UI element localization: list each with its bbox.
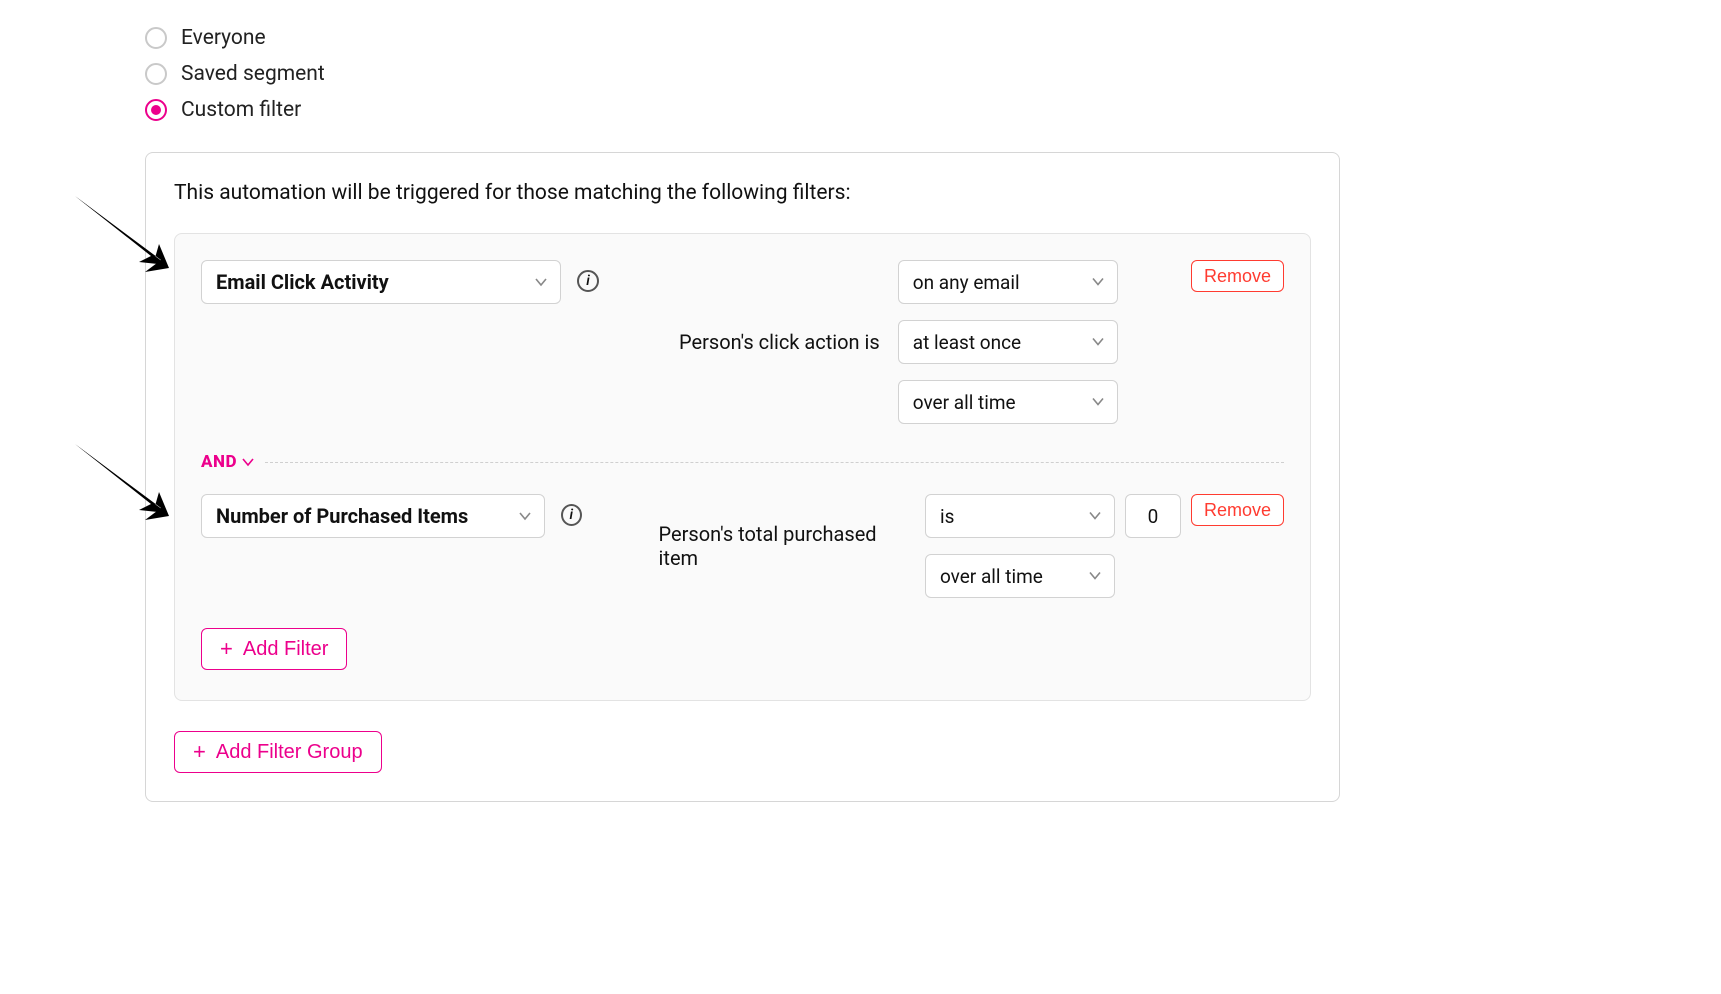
filter-group: Email Click Activity i Person's click ac… — [174, 233, 1311, 701]
custom-filter-panel: This automation will be triggered for th… — [145, 152, 1340, 802]
select-value: over all time — [940, 565, 1043, 588]
select-value: is — [940, 505, 954, 528]
select-value: Email Click Activity — [216, 270, 389, 294]
chevron-down-icon — [1091, 331, 1105, 354]
info-icon[interactable]: i — [577, 270, 599, 292]
chevron-down-icon — [1091, 271, 1105, 294]
combinator-label: AND — [201, 452, 237, 472]
filter-condition-label: Person's click action is — [679, 320, 880, 364]
chevron-down-icon — [534, 270, 548, 294]
audience-radio-group: Everyone Saved segment Custom filter — [145, 20, 1721, 128]
filter-row-1: Email Click Activity i Person's click ac… — [201, 260, 1284, 424]
filter-condition-label: Person's total purchased item — [659, 524, 907, 568]
combinator-row: AND — [201, 452, 1284, 472]
filter2-timeframe-select[interactable]: over all time — [925, 554, 1115, 598]
remove-filter-button[interactable]: Remove — [1191, 494, 1284, 526]
select-value: Number of Purchased Items — [216, 504, 468, 528]
button-label: Remove — [1204, 266, 1271, 287]
chevron-down-icon — [241, 455, 255, 469]
chevron-down-icon — [1088, 565, 1102, 588]
info-icon[interactable]: i — [561, 504, 582, 526]
button-label: Remove — [1204, 500, 1271, 521]
filter-attribute-select[interactable]: Email Click Activity — [201, 260, 561, 304]
radio-label: Saved segment — [181, 62, 325, 86]
select-value: over all time — [913, 391, 1016, 414]
radio-icon — [145, 99, 167, 121]
filter-row-2: Number of Purchased Items i Person's tot… — [201, 494, 1284, 598]
filter1-frequency-select[interactable]: at least once — [898, 320, 1118, 364]
filter2-value-input[interactable]: 0 — [1125, 494, 1181, 538]
add-filter-button[interactable]: + Add Filter — [201, 628, 347, 670]
input-value: 0 — [1148, 505, 1159, 528]
chevron-down-icon — [518, 504, 532, 528]
button-label: Add Filter Group — [216, 741, 363, 764]
filter-attribute-select[interactable]: Number of Purchased Items — [201, 494, 545, 538]
remove-filter-button[interactable]: Remove — [1191, 260, 1284, 292]
radio-icon — [145, 27, 167, 49]
radio-option-everyone[interactable]: Everyone — [145, 20, 1721, 56]
radio-option-saved-segment[interactable]: Saved segment — [145, 56, 1721, 92]
panel-description: This automation will be triggered for th… — [174, 181, 1311, 205]
filter2-operator-select[interactable]: is — [925, 494, 1115, 538]
add-filter-group-button[interactable]: + Add Filter Group — [174, 731, 382, 773]
radio-icon — [145, 63, 167, 85]
combinator-toggle[interactable]: AND — [201, 452, 255, 472]
chevron-down-icon — [1088, 505, 1102, 528]
chevron-down-icon — [1091, 391, 1105, 414]
button-label: Add Filter — [243, 638, 329, 661]
radio-label: Custom filter — [181, 98, 301, 122]
filter1-email-select[interactable]: on any email — [898, 260, 1118, 304]
select-value: on any email — [913, 271, 1020, 294]
select-value: at least once — [913, 331, 1021, 354]
filter1-timeframe-select[interactable]: over all time — [898, 380, 1118, 424]
divider-line — [265, 462, 1284, 463]
radio-label: Everyone — [181, 26, 266, 50]
radio-option-custom-filter[interactable]: Custom filter — [145, 92, 1721, 128]
